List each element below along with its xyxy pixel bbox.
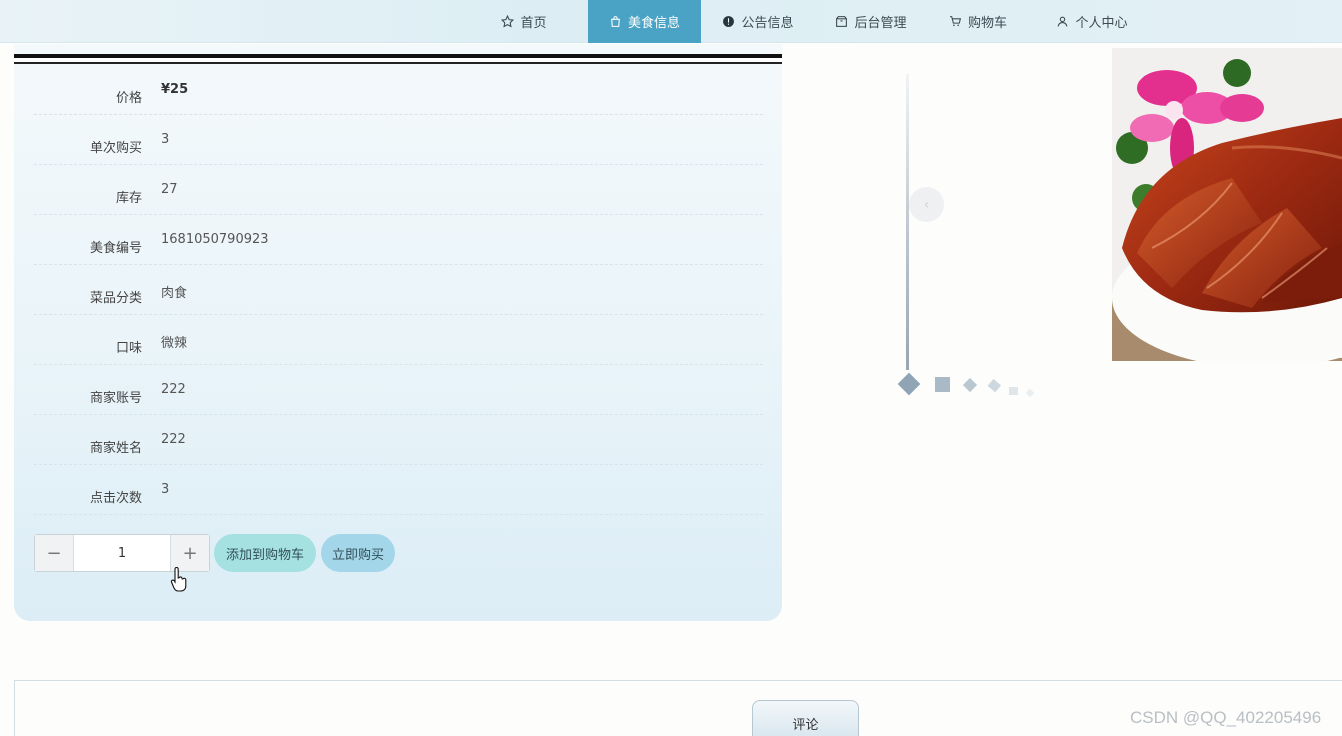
nav-item-cart[interactable]: 购物车 bbox=[940, 0, 1016, 43]
detail-row-merchant-name: 商家姓名 222 bbox=[34, 415, 763, 465]
detail-value: 3 bbox=[161, 482, 170, 497]
carousel-dot[interactable] bbox=[1009, 381, 1019, 400]
nav-item-profile[interactable]: 个人中心 bbox=[1046, 0, 1138, 43]
add-to-cart-button[interactable]: 添加到购物车 bbox=[214, 534, 316, 572]
detail-label: 口味 bbox=[115, 341, 142, 356]
detail-label: 菜品分类 bbox=[89, 291, 142, 306]
detail-value: 222 bbox=[161, 432, 186, 447]
detail-value: 222 bbox=[161, 382, 186, 397]
detail-row-click-count: 点击次数 3 bbox=[34, 465, 763, 515]
detail-label: 单次购买 bbox=[89, 141, 142, 156]
detail-row-per-purchase: 单次购买 3 bbox=[34, 115, 763, 165]
buy-now-button[interactable]: 立即购买 bbox=[321, 534, 395, 572]
carousel-track-line bbox=[906, 74, 909, 370]
detail-label: 美食编号 bbox=[89, 241, 142, 256]
detail-row-price: 价格 ¥25 bbox=[34, 65, 763, 115]
increase-button[interactable]: + bbox=[170, 535, 209, 571]
detail-label: 价格 bbox=[115, 91, 142, 106]
tab-comments[interactable]: 评论 bbox=[752, 700, 859, 736]
detail-value: 27 bbox=[161, 182, 178, 197]
quantity-input[interactable]: 1 bbox=[74, 535, 170, 571]
top-nav: 首页 美食信息 公告信息 后台管理 购物车 个人中心 bbox=[0, 0, 1342, 43]
carousel-dot[interactable] bbox=[895, 370, 923, 402]
nav-item-home[interactable]: 首页 bbox=[486, 0, 562, 43]
detail-value: 肉食 bbox=[161, 286, 188, 301]
info-circle-icon bbox=[722, 15, 735, 28]
cart-icon bbox=[949, 15, 962, 28]
nav-item-label: 公告信息 bbox=[741, 16, 794, 31]
detail-label: 库存 bbox=[115, 191, 142, 206]
nav-item-label: 美食信息 bbox=[627, 16, 680, 31]
nav-item-food-info[interactable]: 美食信息 bbox=[588, 0, 701, 43]
detail-row-stock: 库存 27 bbox=[34, 165, 763, 215]
detail-label: 点击次数 bbox=[89, 491, 142, 506]
detail-row-food-id: 美食编号 1681050790923 bbox=[34, 215, 763, 265]
nav-item-announcements[interactable]: 公告信息 bbox=[712, 0, 804, 43]
carousel-dot[interactable] bbox=[935, 377, 951, 397]
detail-value: 1681050790923 bbox=[161, 232, 269, 247]
star-icon bbox=[501, 15, 515, 28]
detail-value: 3 bbox=[161, 132, 170, 147]
card-top-divider bbox=[14, 54, 782, 64]
food-image bbox=[1112, 48, 1342, 361]
detail-label: 商家账号 bbox=[89, 391, 142, 406]
carousel-prev-button[interactable]: ‹ bbox=[909, 187, 944, 222]
detail-row-merchant-account: 商家账号 222 bbox=[34, 365, 763, 415]
detail-label: 商家姓名 bbox=[89, 441, 142, 456]
carousel-dot[interactable] bbox=[986, 378, 1002, 397]
nav-item-label: 个人中心 bbox=[1075, 16, 1128, 31]
nav-item-label: 首页 bbox=[520, 16, 547, 31]
nav-item-admin[interactable]: 后台管理 bbox=[826, 0, 916, 43]
watermark: CSDN @QQ_402205496 bbox=[1130, 708, 1322, 727]
nav-item-label: 后台管理 bbox=[854, 16, 907, 31]
hand-cursor-icon bbox=[170, 566, 188, 597]
carousel-dot[interactable] bbox=[1025, 382, 1035, 401]
detail-row-flavor: 口味 微辣 bbox=[34, 315, 763, 365]
carousel-dot[interactable] bbox=[962, 377, 978, 397]
food-detail-card: 价格 ¥25 单次购买 3 库存 27 美食编号 1681050790923 菜… bbox=[14, 44, 782, 621]
nav-item-label: 购物车 bbox=[967, 16, 1007, 31]
box-icon bbox=[835, 15, 848, 28]
detail-value: ¥25 bbox=[161, 82, 189, 97]
bag-icon bbox=[609, 15, 622, 28]
decrease-button[interactable]: − bbox=[35, 535, 74, 571]
detail-value: 微辣 bbox=[161, 336, 188, 351]
detail-row-category: 菜品分类 肉食 bbox=[34, 265, 763, 315]
user-icon bbox=[1056, 15, 1069, 28]
